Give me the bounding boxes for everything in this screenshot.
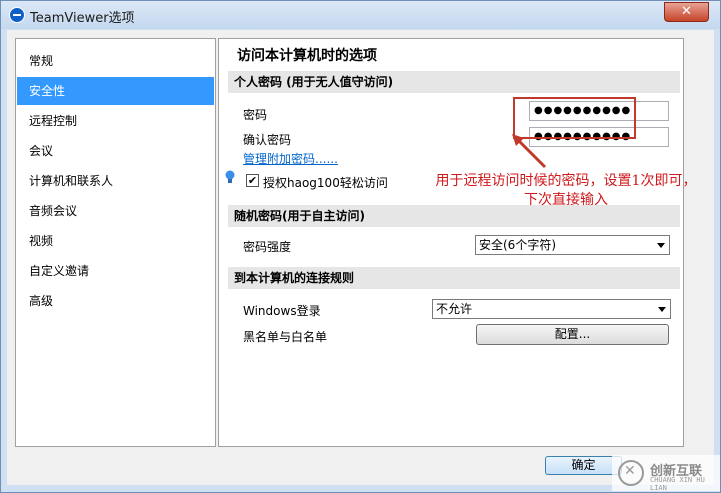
sidebar-item-video[interactable]: 视频 — [17, 227, 214, 255]
annotation-line-1: 用于远程访问时候的密码，设置1次即可， — [435, 173, 697, 189]
watermark-logo-icon — [618, 460, 644, 486]
windows-login-select[interactable]: 不允许 — [432, 299, 671, 319]
password-strength-label: 密码强度 — [243, 240, 292, 254]
watermark: 创新互联 CHUANG XIN HU LIAN — [612, 455, 720, 492]
grant-access-checkbox[interactable]: ✔ — [246, 174, 259, 187]
section-connection-rules: 到本计算机的连接规则 — [228, 267, 680, 289]
teamviewer-logo-icon — [9, 7, 25, 23]
password-strength-value: 安全(6个字符) — [479, 238, 556, 252]
configure-button[interactable]: 配置... — [476, 324, 669, 345]
sidebar-item-advanced[interactable]: 高级 — [17, 287, 214, 315]
panel-title: 访问本计算机时的选项 — [237, 48, 377, 64]
dropdown-arrow-icon — [658, 307, 666, 312]
close-button[interactable]: ✕ — [664, 2, 709, 22]
teamviewer-options-window: TeamViewer选项 ✕ 常规 安全性 远程控制 会议 计算机和联系人 音频… — [0, 0, 721, 493]
grant-access-label: 授权haog100轻松访问 — [263, 176, 388, 190]
annotation-text: 用于远程访问时候的密码，设置1次即可， 下次直接输入 — [412, 172, 720, 210]
lightbulb-icon — [225, 170, 235, 183]
windows-login-value: 不允许 — [436, 302, 473, 316]
ok-button[interactable]: 确定 — [545, 456, 622, 475]
annotation-line-2: 下次直接输入 — [524, 192, 608, 208]
annotation-arrow-icon — [512, 134, 547, 169]
dropdown-arrow-icon — [657, 243, 665, 248]
confirm-password-label: 确认密码 — [243, 133, 292, 147]
sidebar-item-meeting[interactable]: 会议 — [17, 137, 214, 165]
password-label: 密码 — [243, 108, 268, 122]
password-strength-select[interactable]: 安全(6个字符) — [475, 235, 670, 255]
sidebar-item-custom-invitation[interactable]: 自定义邀请 — [17, 257, 214, 285]
sidebar-item-remote-control[interactable]: 远程控制 — [17, 107, 214, 135]
watermark-subtitle: CHUANG XIN HU LIAN — [650, 476, 705, 492]
sidebar-item-security[interactable]: 安全性 — [17, 77, 214, 105]
category-sidebar: 常规 安全性 远程控制 会议 计算机和联系人 音频会议 视频 自定义邀请 高级 — [15, 38, 216, 447]
sidebar-item-computers-contacts[interactable]: 计算机和联系人 — [17, 167, 214, 195]
sidebar-item-general[interactable]: 常规 — [17, 47, 214, 75]
blacklist-whitelist-label: 黑名单与白名单 — [243, 330, 328, 344]
windows-login-label: Windows登录 — [243, 304, 321, 318]
section-personal-password: 个人密码 (用于无人值守访问) — [228, 71, 680, 93]
title-bar[interactable]: TeamViewer选项 ✕ — [1, 1, 720, 29]
manage-passwords-link[interactable]: 管理附加密码...... — [243, 150, 338, 167]
window-title: TeamViewer选项 — [30, 11, 135, 26]
sidebar-item-audio-conference[interactable]: 音频会议 — [17, 197, 214, 225]
